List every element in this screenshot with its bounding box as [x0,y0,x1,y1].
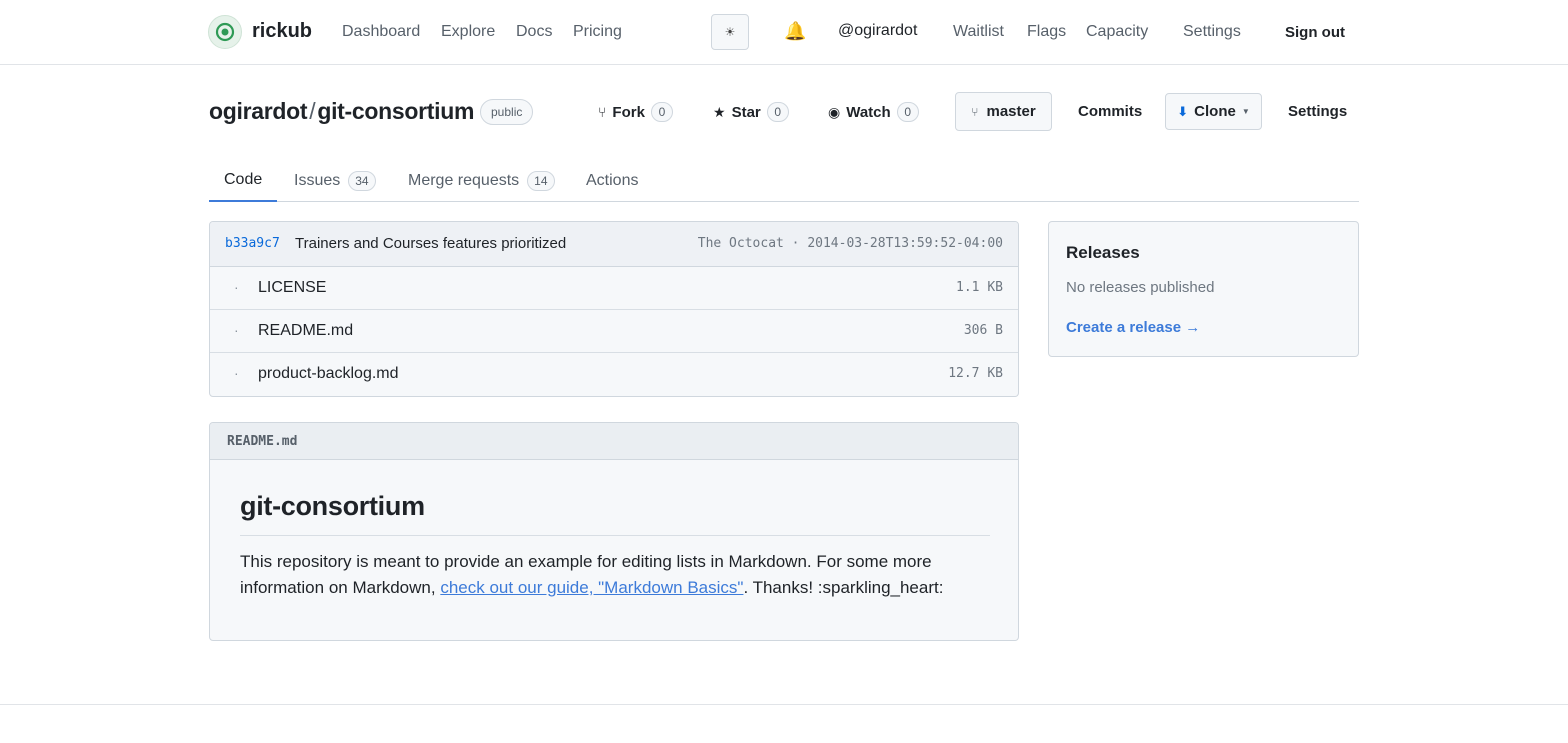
repo-tabs: Code Issues 34 Merge requests 14 Actions [209,160,1359,202]
commits-link[interactable]: Commits [1078,103,1142,120]
commit-message: Trainers and Courses features prioritize… [295,235,567,252]
file-size: 12.7 KB [948,366,1003,381]
releases-empty-text: No releases published [1066,279,1215,296]
tab-label: Actions [586,172,639,189]
tab-issues[interactable]: Issues 34 [279,160,391,202]
tab-label: Issues [294,172,341,189]
clone-label: Clone [1194,103,1236,120]
nav-flags[interactable]: Flags [1027,23,1066,41]
tab-actions[interactable]: Actions [571,160,653,202]
file-row[interactable]: · LICENSE 1.1 KB [210,267,1018,310]
watch-label: Watch [846,103,891,121]
issues-count: 34 [348,171,376,191]
footer-divider [0,704,1568,705]
sign-out-button[interactable]: Sign out [1285,24,1345,41]
fork-label: Fork [612,103,645,121]
top-navbar: rickub Dashboard Explore Docs Pricing ☀ … [0,0,1568,65]
user-handle[interactable]: @ogirardot [838,22,917,40]
visibility-badge: public [480,99,534,125]
merge-requests-count: 14 [527,171,555,191]
readme-panel: README.md git-consortium This repository… [209,422,1019,641]
logo-icon[interactable] [208,15,242,49]
star-icon: ★ [713,103,726,120]
watch-button[interactable]: ◉ Watch 0 [828,101,919,123]
bell-icon[interactable]: 🔔 [784,21,806,42]
nav-docs[interactable]: Docs [516,23,552,41]
latest-commit-bar: b33a9c7 Trainers and Courses features pr… [210,222,1018,267]
tab-merge-requests[interactable]: Merge requests 14 [393,160,570,202]
repo-name[interactable]: git-consortium [317,98,474,124]
readme-heading: git-consortium [240,491,990,536]
file-name[interactable]: product-backlog.md [258,365,399,383]
readme-header: README.md [210,423,1018,460]
file-bullet-icon: · [234,365,239,381]
markdown-basics-link[interactable]: check out our guide, "Markdown Basics" [440,578,743,597]
clone-button[interactable]: ⬇ Clone ▼ [1165,93,1262,130]
star-button[interactable]: ★ Star 0 [713,101,789,123]
star-count: 0 [766,102,789,122]
branch-selector[interactable]: ⑂ master [955,92,1052,131]
file-row[interactable]: · README.md 306 B [210,310,1018,353]
brand-name[interactable]: rickub [252,20,312,43]
fork-icon: ⑂ [598,104,607,120]
repo-separator: / [309,98,316,124]
chevron-down-icon: ▼ [1241,107,1250,116]
readme-paragraph: This repository is meant to provide an e… [240,549,990,601]
repo-owner[interactable]: ogirardot [209,98,308,124]
nav-dashboard[interactable]: Dashboard [342,23,420,41]
tab-code[interactable]: Code [209,160,278,202]
nav-explore[interactable]: Explore [441,23,495,41]
releases-panel: Releases No releases published Create a … [1048,221,1359,357]
create-release-link[interactable]: Create a release → [1066,319,1200,336]
fork-button[interactable]: ⑂ Fork 0 [598,101,673,123]
watch-count: 0 [896,102,919,122]
repo-title: ogirardot/git-consortium [209,98,474,125]
file-browser: b33a9c7 Trainers and Courses features pr… [209,221,1019,397]
fork-count: 0 [650,102,673,122]
file-name[interactable]: LICENSE [258,279,326,297]
nav-pricing[interactable]: Pricing [573,23,622,41]
repo-settings-link[interactable]: Settings [1288,103,1347,120]
tab-label: Merge requests [408,172,520,189]
star-label: Star [731,103,761,121]
sun-icon: ☀ [724,25,736,39]
file-bullet-icon: · [234,322,239,338]
nav-waitlist[interactable]: Waitlist [953,23,1004,41]
eye-icon: ◉ [828,103,841,120]
tab-label: Code [224,171,263,188]
download-icon: ⬇ [1177,103,1189,119]
file-bullet-icon: · [234,279,239,295]
commit-sha-link[interactable]: b33a9c7 [225,236,280,251]
commit-meta: The Octocat · 2014-03-28T13:59:52-04:00 [697,236,1003,251]
file-row[interactable]: · product-backlog.md 12.7 KB [210,353,1018,396]
file-size: 1.1 KB [956,280,1003,295]
theme-toggle-button[interactable]: ☀ [711,14,749,50]
file-name[interactable]: README.md [258,322,353,340]
file-size: 306 B [963,323,1003,338]
releases-title: Releases [1066,243,1140,262]
readme-text-after: . Thanks! :sparkling_heart: [743,578,944,597]
nav-settings[interactable]: Settings [1183,23,1241,41]
branch-icon: ⑂ [971,104,979,119]
readme-filename: README.md [227,434,298,449]
branch-name: master [986,103,1036,120]
nav-capacity[interactable]: Capacity [1086,23,1148,41]
